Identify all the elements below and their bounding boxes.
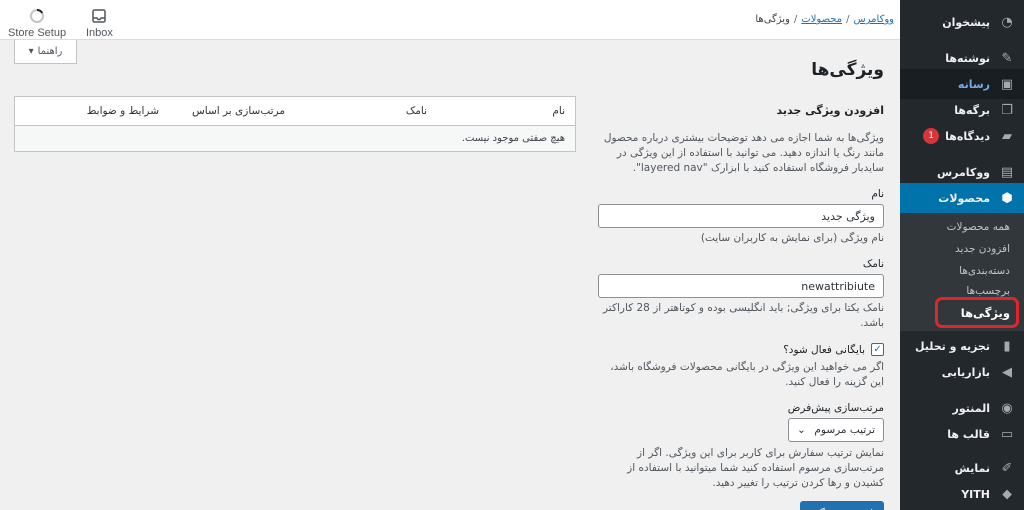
comments-icon: ▰ xyxy=(1002,128,1012,144)
sidebar-item-label: رسانه xyxy=(957,77,990,91)
sidebar-item-products[interactable]: ⬢ محصولات xyxy=(893,183,1024,213)
megaphone-icon: ◀ xyxy=(1002,364,1012,380)
add-attribute-form: افزودن ویژگی جدید ویژگی‌ها به شما اجازه … xyxy=(598,104,884,510)
breadcrumb-current: ویژگی‌ها xyxy=(755,14,790,25)
archive-row: ✓ بایگانی فعال شود؟ xyxy=(598,343,884,356)
folder-icon: ▭ xyxy=(1000,426,1014,442)
appearance-icon: ✐ xyxy=(1001,460,1013,476)
inbox-button[interactable]: Inbox xyxy=(86,8,113,39)
analytics-icon: ▮ xyxy=(1003,338,1011,354)
name-input[interactable] xyxy=(598,204,884,228)
sidebar-item-label: نوشته‌ها xyxy=(945,51,990,65)
help-tab-button[interactable]: راهنما ▾ xyxy=(14,40,77,64)
products-icon: ⬢ xyxy=(1001,190,1013,206)
slug-label: نامک xyxy=(862,258,884,270)
sidebar-item-label: المنتور xyxy=(952,401,991,415)
slug-input[interactable] xyxy=(598,274,884,298)
sidebar-item-label: YITH xyxy=(961,487,990,501)
submenu-all-products[interactable]: همه محصولات xyxy=(900,221,1024,233)
highlight-ring xyxy=(935,297,1019,328)
orderby-value: ترتیب مرسوم xyxy=(814,424,875,436)
submenu-add-new[interactable]: افزودن جدید xyxy=(900,243,1024,255)
table-row-empty: هیچ صفتی موجود نیست. xyxy=(15,126,575,151)
sidebar-item-label: تجزیه و تحلیل xyxy=(914,339,990,353)
archive-checkbox[interactable]: ✓ xyxy=(871,343,884,356)
form-heading: افزودن ویژگی جدید xyxy=(776,104,884,117)
archive-help: اگر می خواهید این ویژگی در بایگانی محصول… xyxy=(610,361,884,388)
admin-sidebar: ◔ پیشخوان ✎ نوشته‌ها ▣ رسانه ❐ برگه‌ها ▰… xyxy=(893,0,1024,510)
column-header-slug[interactable]: نامک xyxy=(406,105,427,117)
sidebar-item-yith[interactable]: ⬥ YITH xyxy=(900,479,1024,509)
caret-down-icon: ▾ xyxy=(28,46,34,57)
submenu-tags[interactable]: برچسب‌ها xyxy=(900,285,1024,297)
sidebar-item-label: ووکامرس xyxy=(936,165,990,179)
sidebar-item-label: دیدگاه‌ها xyxy=(945,129,990,143)
sidebar-item-label: بازاریابی xyxy=(941,365,990,379)
sidebar-item-dashboard[interactable]: ◔ پیشخوان xyxy=(900,7,1024,37)
pages-icon: ❐ xyxy=(1001,102,1013,118)
store-setup-label: Store Setup xyxy=(8,27,67,39)
sidebar-item-label: محصولات xyxy=(938,191,990,205)
progress-ring-icon xyxy=(30,8,45,23)
chevron-down-icon: ⌄ xyxy=(797,424,806,436)
active-menu-arrow xyxy=(893,191,900,205)
store-setup-button[interactable]: Store Setup xyxy=(8,8,66,39)
sidebar-item-templates[interactable]: ▭ قالب ها xyxy=(900,419,1024,449)
sidebar-item-label: نمایش xyxy=(954,461,990,475)
orderby-label: مرتب‌سازی پیش‌فرض xyxy=(787,402,884,414)
add-attribute-button[interactable]: افزودن ویژگی xyxy=(799,501,884,510)
pin-icon: ✎ xyxy=(1001,50,1013,66)
yith-icon: ⬥ xyxy=(1002,486,1012,502)
inbox-icon xyxy=(92,9,107,23)
sidebar-item-label: برگه‌ها xyxy=(954,103,990,117)
breadcrumb: ووکامرس/محصولات/ویژگی‌ها xyxy=(755,14,894,25)
elementor-icon: ◉ xyxy=(1001,400,1013,416)
name-label: نام xyxy=(871,188,884,200)
sidebar-item-marketing[interactable]: ◀ بازاریابی xyxy=(900,357,1024,387)
media-icon: ▣ xyxy=(1000,76,1014,92)
breadcrumb-products-link[interactable]: محصولات xyxy=(801,14,842,25)
column-header-orderby[interactable]: مرتب‌سازی بر اساس xyxy=(192,105,285,117)
table-header: نام نامک مرتب‌سازی بر اساس شرایط و ضوابط xyxy=(15,97,575,126)
breadcrumb-separator: / xyxy=(846,14,850,25)
sidebar-item-label: قالب ها xyxy=(947,427,990,441)
page-title: ویژگی‌ها xyxy=(811,60,884,80)
sidebar-item-label: پیشخوان xyxy=(942,15,990,29)
archive-label: بایگانی فعال شود؟ xyxy=(783,343,865,356)
comments-count-badge: 1 xyxy=(923,128,940,144)
column-header-name[interactable]: نام xyxy=(552,105,565,117)
help-label: راهنما xyxy=(37,46,63,57)
form-intro: ویژگی‌ها به شما اجازه می دهد توضیحات بیش… xyxy=(603,132,884,174)
orderby-help: نمایش ترتیب سفارش برای کاربر برای این وی… xyxy=(627,447,884,489)
orderby-select[interactable]: ترتیب مرسوم ⌄ xyxy=(788,418,884,442)
inbox-label: Inbox xyxy=(86,27,113,39)
attributes-table: نام نامک مرتب‌سازی بر اساس شرایط و ضوابط… xyxy=(14,96,576,152)
submenu-categories[interactable]: دسته‌بندی‌ها xyxy=(900,265,1024,277)
sidebar-item-comments[interactable]: ▰ دیدگاه‌ها 1 xyxy=(900,121,1024,151)
checkmark-icon: ✓ xyxy=(873,344,882,355)
column-header-terms[interactable]: شرایط و ضوابط xyxy=(87,105,159,117)
breadcrumb-separator: / xyxy=(793,14,798,25)
dashboard-icon: ◔ xyxy=(1001,14,1013,30)
breadcrumb-woocommerce-link[interactable]: ووکامرس xyxy=(853,14,894,25)
slug-help: نامک یکتا برای ویژگی; باید انگلیسی بوده … xyxy=(603,302,884,329)
woocommerce-icon: ▤ xyxy=(1000,164,1014,180)
name-help: نام ویژگی (برای نمایش به کاربران سایت) xyxy=(700,232,884,244)
